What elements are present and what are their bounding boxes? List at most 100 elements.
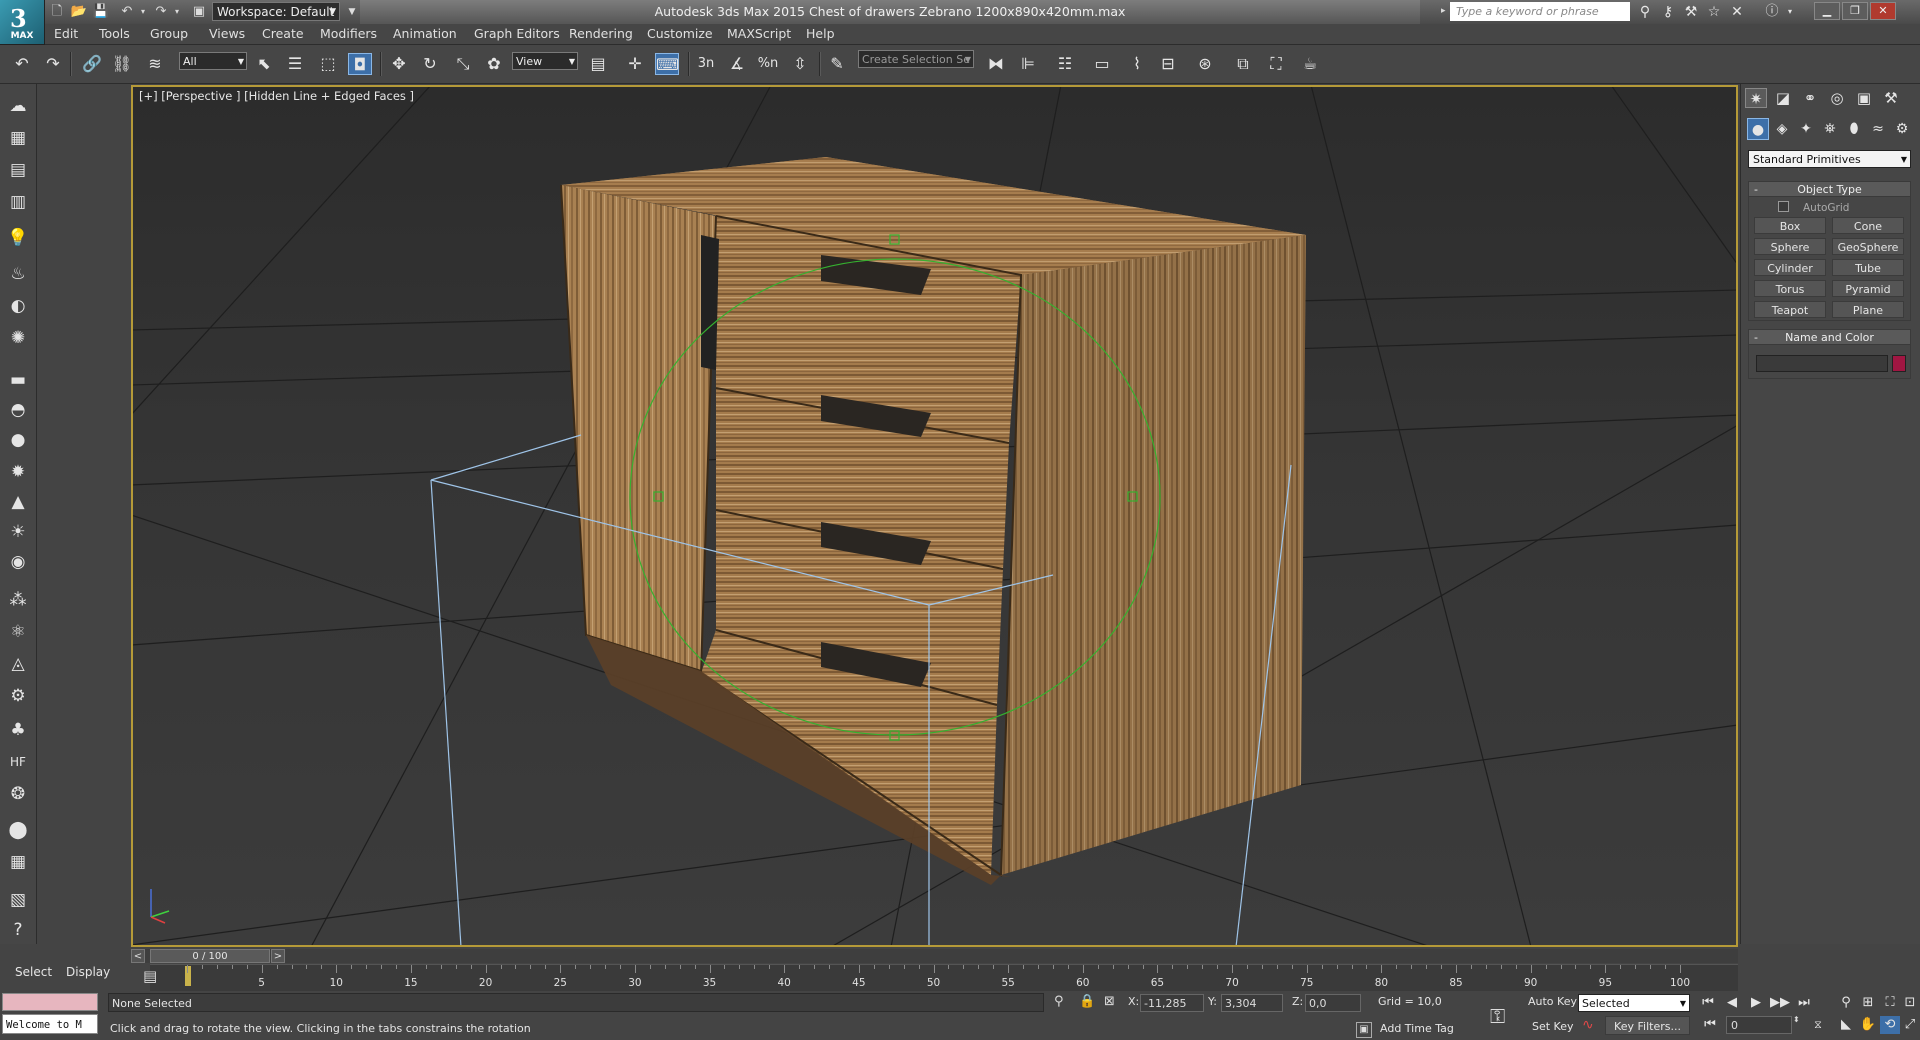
autogrid-checkbox[interactable]: AutoGrid: [1778, 201, 1849, 214]
render-production-icon[interactable]: ☕: [1298, 53, 1322, 75]
table-icon[interactable]: ▥: [6, 190, 30, 214]
maximize-viewport-icon[interactable]: ⤢: [1900, 1016, 1920, 1034]
character-icon[interactable]: ♨: [6, 262, 30, 286]
menu-maxscript[interactable]: MAXScript: [727, 24, 791, 44]
select-by-name-icon[interactable]: ☰: [283, 53, 307, 75]
scale-icon[interactable]: ⤡: [451, 53, 475, 75]
plane-button[interactable]: Plane: [1832, 301, 1904, 318]
help-icon[interactable]: ⓘ: [1762, 3, 1782, 21]
systems-category-icon[interactable]: ⚙: [1891, 118, 1913, 140]
previous-frame-icon[interactable]: ◀: [1722, 994, 1742, 1012]
viewport-label[interactable]: [+] [Perspective ] [Hidden Line + Edged …: [139, 89, 414, 103]
tab-hierarchy[interactable]: ⚭: [1799, 88, 1821, 108]
workspace-select[interactable]: Workspace: Default ▼: [212, 2, 340, 21]
pattern-icon[interactable]: ⁂: [6, 588, 30, 612]
rotate-icon[interactable]: ↻: [418, 53, 442, 75]
viewport-perspective[interactable]: [131, 85, 1738, 947]
layer-explorer-icon[interactable]: ▤: [6, 158, 30, 182]
time-slider-prev-button[interactable]: <: [131, 949, 145, 963]
mini-curve-editor-icon[interactable]: ▤: [143, 967, 157, 985]
window-crossing-icon[interactable]: ◘: [348, 53, 372, 75]
menu-help[interactable]: Help: [806, 24, 835, 44]
hf-icon[interactable]: HF: [6, 750, 30, 774]
help-dropdown-icon[interactable]: ▾: [1780, 3, 1800, 21]
mesh-icon[interactable]: ◬: [6, 652, 30, 676]
align-icon[interactable]: ⊫: [1016, 53, 1040, 75]
render-setup-icon[interactable]: ⧉: [1231, 53, 1255, 75]
auto-key-button[interactable]: Auto Key: [1528, 995, 1577, 1008]
sun-icon[interactable]: ☀: [6, 520, 30, 544]
helpers-icon[interactable]: ◐: [6, 294, 30, 318]
key-mode-select[interactable]: Selected ▼: [1578, 994, 1690, 1012]
move-icon[interactable]: ✥: [387, 53, 411, 75]
reference-coordinate-select[interactable]: View ▼: [512, 52, 578, 70]
scene-explorer-icon[interactable]: ▦: [6, 126, 30, 150]
helpers-category-icon[interactable]: ⬮: [1843, 118, 1865, 140]
tube-button[interactable]: Tube: [1832, 259, 1904, 276]
cylinder-button[interactable]: Cylinder: [1754, 259, 1826, 276]
snaps-toggle-icon[interactable]: 3n: [694, 53, 718, 75]
plane-icon[interactable]: ▬: [6, 368, 30, 392]
shapes-category-icon[interactable]: ◈: [1771, 118, 1793, 140]
rectangular-selection-icon[interactable]: ⬚: [316, 53, 340, 75]
edit-named-selection-icon[interactable]: ✎: [825, 53, 849, 75]
subscription-icon[interactable]: ⚒: [1681, 3, 1701, 21]
curve-editor-icon[interactable]: ⌇: [1125, 53, 1149, 75]
current-frame-marker[interactable]: [185, 966, 191, 986]
cameras-category-icon[interactable]: ⛯: [1819, 118, 1841, 140]
time-slider[interactable]: 0 / 100: [150, 949, 270, 963]
undo-dropdown-icon[interactable]: ▾: [134, 3, 152, 21]
binoculars-icon[interactable]: ⚲: [1635, 3, 1655, 21]
time-slider-next-button[interactable]: >: [271, 949, 285, 963]
gear-icon[interactable]: ⚙: [6, 684, 30, 708]
pyramid-button[interactable]: Pyramid: [1832, 280, 1904, 297]
angle-snap-icon[interactable]: ∡: [725, 53, 749, 75]
default-in-out-tangent-key-icon[interactable]: ⚿: [1490, 1004, 1505, 1028]
menu-group[interactable]: Group: [150, 24, 188, 44]
current-frame-field[interactable]: 0: [1726, 1016, 1792, 1034]
menu-create[interactable]: Create: [262, 24, 304, 44]
shell-icon[interactable]: ❂: [6, 782, 30, 806]
space-warps-category-icon[interactable]: ≈: [1867, 118, 1889, 140]
geometry-category-icon[interactable]: ●: [1747, 118, 1769, 140]
tab-modify[interactable]: ◪: [1772, 88, 1794, 108]
go-to-start-icon[interactable]: ⏮: [1698, 994, 1718, 1012]
maxscript-listener-mini[interactable]: [2, 993, 98, 1011]
box-button[interactable]: Box: [1754, 217, 1826, 234]
container-explorer-icon[interactable]: ☁: [6, 94, 30, 118]
question-icon[interactable]: ?: [6, 918, 30, 942]
select-manipulate-icon[interactable]: ✛: [623, 53, 647, 75]
unlink-icon[interactable]: ⛓: [110, 53, 134, 75]
play-icon[interactable]: ▶: [1746, 994, 1766, 1012]
minimize-button[interactable]: ▁: [1814, 2, 1840, 20]
molecule-icon[interactable]: ⚛: [6, 620, 30, 644]
menu-graph-editors[interactable]: Graph Editors: [474, 24, 560, 44]
time-tag-icon[interactable]: ▣: [1356, 1022, 1372, 1038]
isolate-selection-icon[interactable]: ⚲: [1054, 994, 1064, 1009]
key-mode-toggle-icon[interactable]: ⏮: [1700, 1016, 1720, 1034]
close-button[interactable]: ✕: [1870, 2, 1896, 20]
material-editor-icon[interactable]: ⊛: [1193, 53, 1217, 75]
lights-icon[interactable]: 💡: [6, 226, 30, 250]
light-bulb-icon[interactable]: ◉: [6, 550, 30, 574]
set-key-button[interactable]: Set Key: [1532, 1020, 1574, 1033]
select-button[interactable]: Select: [15, 961, 52, 983]
hedra-icon[interactable]: ✹: [6, 460, 30, 484]
tab-utilities[interactable]: ⚒: [1880, 88, 1902, 108]
selection-filter-select[interactable]: All ▼: [179, 52, 247, 70]
save-file-icon[interactable]: 💾: [92, 3, 110, 21]
redo-dropdown-icon[interactable]: ▾: [168, 3, 186, 21]
spinner-snap-icon[interactable]: ⇳: [788, 53, 812, 75]
orbit-icon[interactable]: ⟲: [1880, 1016, 1900, 1034]
schematic-view-icon[interactable]: ⊟: [1156, 53, 1180, 75]
sphere-icon[interactable]: ●: [6, 428, 30, 452]
graphite-ribbon-icon[interactable]: ▭: [1090, 53, 1114, 75]
pivot-center-icon[interactable]: ▤: [586, 53, 610, 75]
percent-snap-icon[interactable]: %n: [756, 53, 780, 75]
particles-icon[interactable]: ✺: [6, 326, 30, 350]
time-configuration-icon[interactable]: ⧖: [1808, 1016, 1828, 1034]
bind-space-warp-icon[interactable]: ≋: [143, 53, 167, 75]
zoom-icon[interactable]: ⚲: [1836, 994, 1856, 1012]
menu-modifiers[interactable]: Modifiers: [320, 24, 377, 44]
menu-views[interactable]: Views: [209, 24, 245, 44]
